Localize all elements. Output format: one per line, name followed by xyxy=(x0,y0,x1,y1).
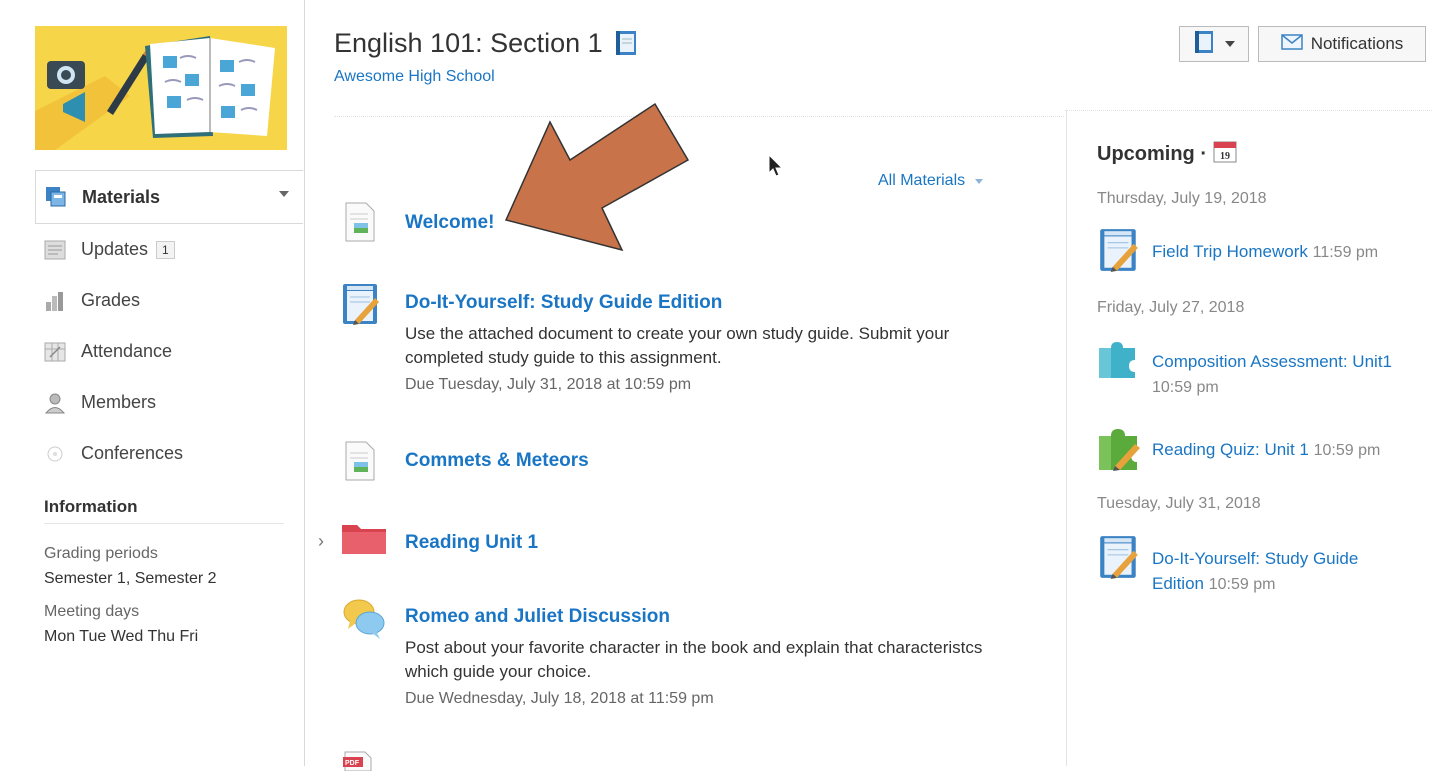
meeting-days-value: Mon Tue Wed Thu Fri xyxy=(44,628,199,645)
sidebar-item-conferences[interactable]: Conferences xyxy=(35,428,303,479)
divider xyxy=(1065,110,1432,111)
page-icon xyxy=(344,202,376,247)
sidebar: Materials Updates 1 Grades Attendance Me… xyxy=(0,0,305,766)
material-title-commets-meteors[interactable]: Commets & Meteors xyxy=(405,450,589,472)
quiz-puzzle-icon xyxy=(1097,426,1143,477)
page-icon xyxy=(344,441,376,486)
sidebar-item-label: Updates xyxy=(81,239,149,259)
assessment-puzzle-icon xyxy=(1097,340,1137,385)
column-divider xyxy=(1066,110,1067,766)
material-title-study-guide[interactable]: Do-It-Yourself: Study Guide Edition xyxy=(405,292,722,314)
assignment-icon xyxy=(1097,534,1141,585)
school-link[interactable]: Awesome High School xyxy=(334,68,495,86)
sidebar-item-label: Attendance xyxy=(81,341,173,361)
updates-icon xyxy=(44,239,66,261)
sidebar-item-members[interactable]: Members xyxy=(35,377,303,428)
upcoming-event-composition[interactable]: Composition Assessment: Unit1 10:59 pm xyxy=(1152,349,1427,400)
information-heading: Information xyxy=(44,497,284,524)
discussion-icon xyxy=(342,597,386,646)
conferences-icon xyxy=(44,443,66,465)
material-description: Post about your favorite character in th… xyxy=(405,638,983,681)
envelope-icon xyxy=(1280,33,1303,55)
folder-icon xyxy=(341,521,387,560)
material-due-date: Due Wednesday, July 18, 2018 at 11:59 pm xyxy=(405,690,714,707)
sidebar-item-label: Members xyxy=(81,392,157,412)
material-description: Use the attached document to create your… xyxy=(405,324,950,367)
grading-periods-label: Grading periods xyxy=(44,545,158,562)
notifications-label: Notifications xyxy=(1310,34,1404,53)
meeting-days-label: Meeting days xyxy=(44,603,140,620)
svg-text:19: 19 xyxy=(1220,151,1230,162)
upcoming-date: Tuesday, July 31, 2018 xyxy=(1097,495,1261,512)
filter-label: All Materials xyxy=(878,172,966,189)
event-title[interactable]: Reading Quiz: Unit 1 xyxy=(1152,440,1309,459)
notebook-icon xyxy=(1193,30,1215,59)
chevron-down-icon xyxy=(975,178,984,184)
grading-periods-value: Semester 1, Semester 2 xyxy=(44,570,217,587)
event-time: 11:59 pm xyxy=(1312,244,1379,261)
course-cover-image xyxy=(35,26,287,150)
upcoming-event-field-trip[interactable]: Field Trip Homework 11:59 pm xyxy=(1152,239,1378,265)
notifications-button[interactable]: Notifications xyxy=(1258,26,1426,62)
sidebar-nav: Materials Updates 1 Grades Attendance Me… xyxy=(35,170,303,479)
event-time: 10:59 pm xyxy=(1152,379,1219,396)
upcoming-event-study-guide[interactable]: Do-It-Yourself: Study Guide Edition 10:5… xyxy=(1152,546,1402,597)
sidebar-item-grades[interactable]: Grades xyxy=(35,275,303,326)
upcoming-date: Thursday, July 19, 2018 xyxy=(1097,190,1267,207)
materials-filter-dropdown[interactable]: All Materials xyxy=(878,172,984,190)
assignment-icon xyxy=(341,282,381,331)
notebook-icon xyxy=(613,30,639,61)
grades-icon xyxy=(44,290,66,312)
sidebar-item-attendance[interactable]: Attendance xyxy=(35,326,303,377)
assignment-icon xyxy=(1097,227,1141,278)
event-time: 10:59 pm xyxy=(1208,576,1276,593)
calendar-icon[interactable]: 19 xyxy=(1213,139,1237,169)
sidebar-item-materials[interactable]: Materials xyxy=(35,170,303,224)
event-time: 10:59 pm xyxy=(1313,442,1381,459)
upcoming-date: Friday, July 27, 2018 xyxy=(1097,299,1245,316)
material-title-reading-unit[interactable]: Reading Unit 1 xyxy=(405,532,538,554)
sidebar-item-label: Conferences xyxy=(81,443,184,463)
sidebar-item-updates[interactable]: Updates 1 xyxy=(35,224,303,275)
chevron-down-icon xyxy=(1225,41,1235,47)
material-title-romeo-juliet[interactable]: Romeo and Juliet Discussion xyxy=(405,606,670,628)
material-title-welcome[interactable]: Welcome! xyxy=(405,212,494,234)
upcoming-title: Upcoming · xyxy=(1097,142,1207,165)
upcoming-heading: Upcoming · 19 xyxy=(1097,139,1237,169)
material-due-date: Due Tuesday, July 31, 2018 at 10:59 pm xyxy=(405,376,692,393)
sidebar-item-label: Grades xyxy=(81,290,141,310)
sidebar-item-label: Materials xyxy=(82,186,161,207)
event-title[interactable]: Composition Assessment: Unit1 xyxy=(1152,352,1392,371)
materials-icon xyxy=(45,186,67,208)
mouse-cursor-icon xyxy=(768,154,784,177)
event-title[interactable]: Field Trip Homework xyxy=(1152,242,1308,261)
annotation-arrow xyxy=(504,102,690,252)
chevron-right-icon[interactable]: › xyxy=(318,531,324,552)
course-options-button[interactable] xyxy=(1179,26,1249,62)
updates-count-badge: 1 xyxy=(156,240,175,259)
page-title: English 101: Section 1 xyxy=(334,28,603,58)
course-illustration xyxy=(35,26,287,150)
pdf-icon: PDF xyxy=(343,751,373,776)
attendance-icon xyxy=(44,341,66,363)
upcoming-event-reading-quiz[interactable]: Reading Quiz: Unit 1 10:59 pm xyxy=(1152,437,1380,463)
chevron-down-icon[interactable] xyxy=(279,191,289,197)
members-icon xyxy=(44,392,66,414)
